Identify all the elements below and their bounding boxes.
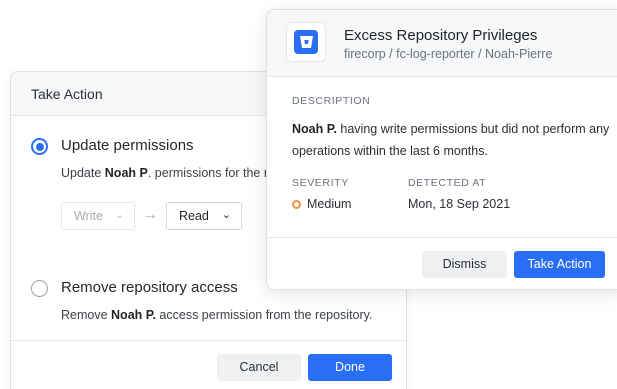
severity-value: Medium bbox=[292, 197, 351, 211]
description-label: DESCRIPTION bbox=[292, 95, 371, 107]
from-permission-select[interactable]: Write ⌄ bbox=[61, 202, 135, 230]
dismiss-button[interactable]: Dismiss bbox=[422, 251, 507, 278]
to-permission-value: Read bbox=[179, 209, 209, 223]
detected-at-value: Mon, 18 Sep 2021 bbox=[408, 197, 511, 211]
from-permission-value: Write bbox=[74, 209, 103, 223]
finding-title: Excess Repository Privileges bbox=[344, 27, 538, 44]
chevron-down-icon: ⌄ bbox=[221, 209, 231, 221]
severity-label: SEVERITY bbox=[292, 177, 349, 189]
bitbucket-logo bbox=[286, 22, 326, 62]
remove-access-title: Remove repository access bbox=[61, 279, 238, 296]
severity-dot-icon bbox=[292, 200, 301, 209]
remove-access-radio[interactable] bbox=[31, 280, 48, 297]
arrow-right-icon: → bbox=[142, 206, 158, 223]
description-text: Noah P. having write permissions but did… bbox=[292, 122, 610, 158]
to-permission-select[interactable]: Read ⌄ bbox=[166, 202, 242, 230]
finding-detail-card: Excess Repository Privileges firecorp / … bbox=[266, 9, 617, 290]
repository-path: firecorp / fc-log-reporter / Noah-Pierre bbox=[344, 47, 553, 61]
detected-at-label: DETECTED AT bbox=[408, 177, 487, 189]
footer-divider bbox=[267, 237, 617, 238]
update-permissions-radio[interactable] bbox=[31, 138, 48, 155]
take-action-footer: Cancel Done bbox=[11, 340, 406, 389]
chevron-down-icon: ⌄ bbox=[114, 209, 124, 221]
done-button[interactable]: Done bbox=[308, 354, 392, 381]
bitbucket-icon bbox=[300, 36, 313, 48]
finding-header: Excess Repository Privileges firecorp / … bbox=[267, 10, 617, 77]
update-permissions-title: Update permissions bbox=[61, 137, 194, 154]
take-action-button[interactable]: Take Action bbox=[514, 251, 605, 278]
remove-access-description: Remove Noah P. access permission from th… bbox=[61, 308, 373, 322]
cancel-button[interactable]: Cancel bbox=[217, 354, 301, 381]
